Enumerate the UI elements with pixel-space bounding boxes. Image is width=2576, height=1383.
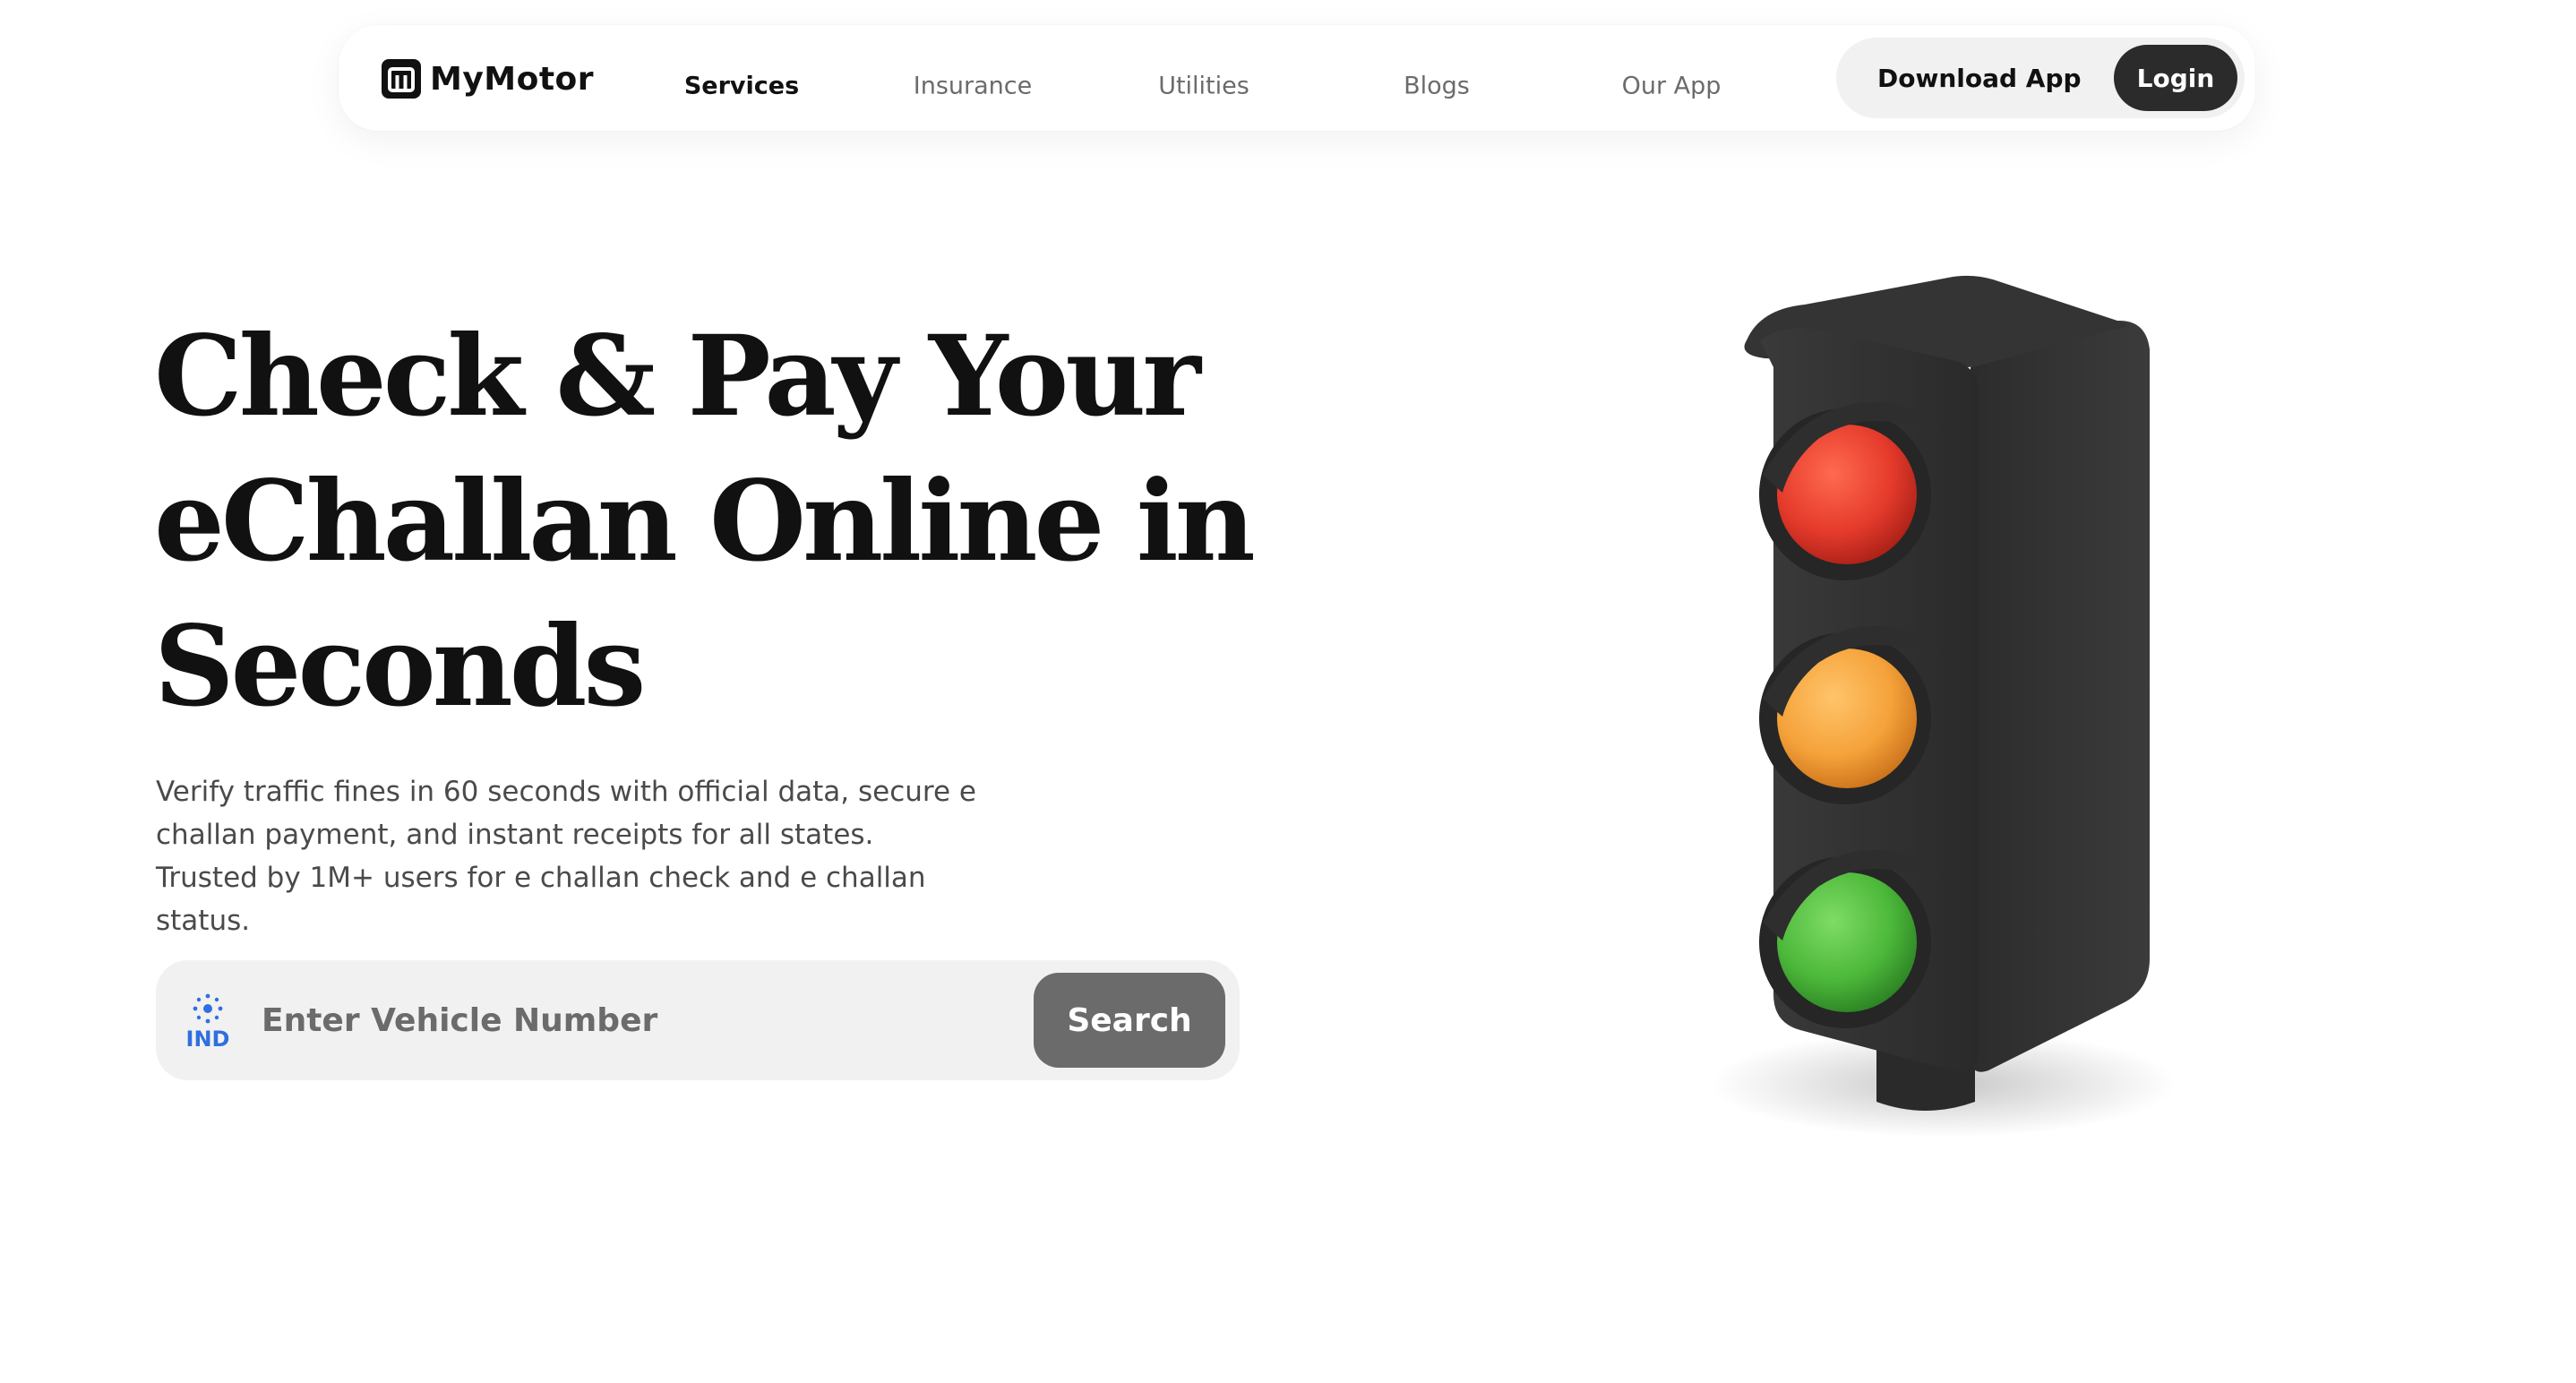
traffic-light-illustration — [1711, 275, 2177, 1138]
download-app-button[interactable]: Download App — [1877, 38, 2082, 118]
hero-description: Verify traffic fines in 60 seconds with … — [156, 776, 976, 937]
nav-link-blogs[interactable]: Blogs — [1404, 73, 1470, 100]
vehicle-number-input[interactable] — [262, 987, 799, 1053]
hero-title-line: Check & Pay Your — [154, 312, 1201, 442]
nav-link-insurance[interactable]: Insurance — [914, 73, 1032, 100]
nav-link-utilities[interactable]: Utilities — [1158, 73, 1249, 100]
mymotor-logo-icon — [382, 59, 421, 99]
search-button[interactable]: Search — [1034, 973, 1225, 1068]
brand-logo[interactable]: MyMotor — [382, 57, 594, 100]
nav-link-services[interactable]: Services — [684, 73, 799, 100]
country-code-label: IND — [185, 1027, 230, 1052]
hero-title: Check & Pay Your eChallan Online in Seco… — [154, 305, 1256, 740]
top-navbar: MyMotor Services Insurance Utilities Blo… — [339, 25, 2255, 131]
nav-link-our-app[interactable]: Our App — [1622, 73, 1722, 100]
hero-title-line: Seconds — [154, 602, 646, 732]
nav-actions: Download App Login — [1836, 38, 2245, 118]
login-button[interactable]: Login — [2114, 45, 2237, 111]
country-badge: IND — [183, 992, 233, 1052]
ashoka-chakra-icon — [193, 993, 223, 1024]
page: MyMotor Services Insurance Utilities Blo… — [0, 0, 2576, 1383]
housing-side — [1971, 321, 2150, 1072]
vehicle-search-bar: IND Search — [156, 960, 1240, 1080]
brand-name: MyMotor — [430, 60, 595, 98]
hero-title-line: eChallan Online in — [154, 457, 1256, 587]
